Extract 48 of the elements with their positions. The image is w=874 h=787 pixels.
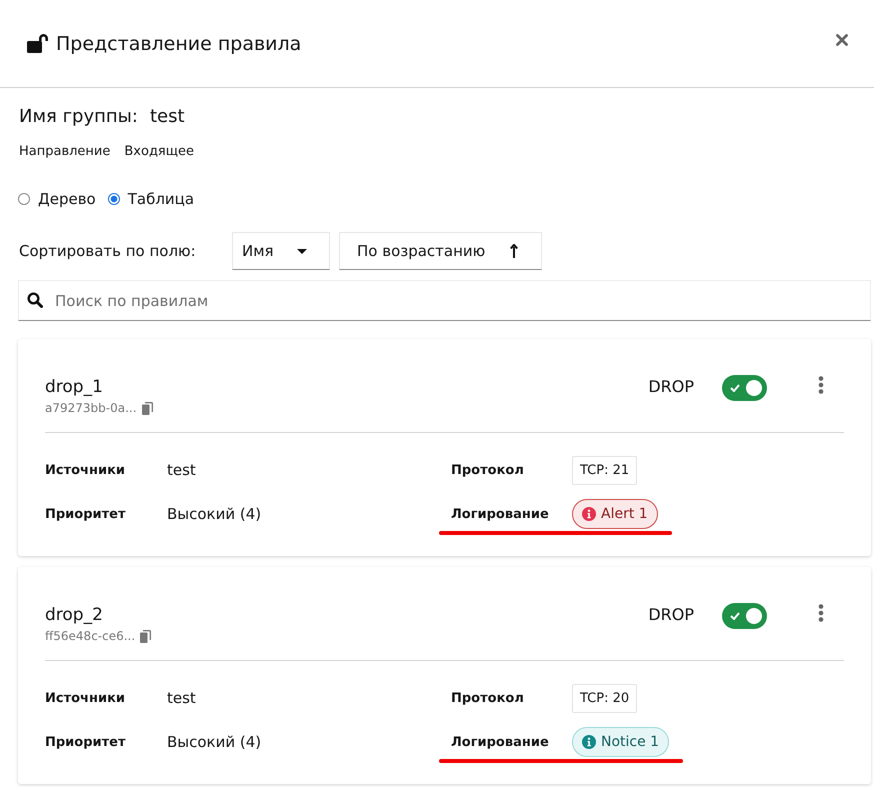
field-label: Логирование <box>451 506 549 522</box>
enable-toggle[interactable] <box>722 375 767 401</box>
rule-name: drop_2 <box>45 604 103 626</box>
field-label: Протокол <box>451 462 524 478</box>
dialog-title: Представление правила <box>56 32 302 54</box>
direction-label: Направление <box>19 144 110 158</box>
enable-toggle[interactable] <box>722 603 767 629</box>
unlocked-padlock-icon <box>27 32 49 52</box>
field-label: Протокол <box>451 690 524 706</box>
view-mode-radio[interactable]: Таблица <box>108 190 194 208</box>
sort-order-button[interactable]: По возрастанию <box>339 232 542 270</box>
field-label: Приоритет <box>45 506 126 522</box>
view-mode-radio[interactable]: Дерево <box>18 190 96 208</box>
arrow-up-icon <box>510 244 518 258</box>
field-label: Приоритет <box>45 734 126 750</box>
rule-id: ff56e48c-ce6... <box>45 629 136 643</box>
field-value: test <box>167 689 196 707</box>
close-icon <box>836 34 848 46</box>
rule-id: a79273bb-0a... <box>45 401 137 415</box>
rule-name: drop_1 <box>45 376 103 398</box>
direction-value: Входящее <box>124 144 194 158</box>
field-label: Источники <box>45 462 125 478</box>
protocol-chip: TCP: 20 <box>572 684 638 712</box>
group-label: Имя группы: <box>19 106 138 126</box>
group-name: test <box>150 106 185 126</box>
check-icon <box>730 384 740 392</box>
kebab-menu-icon <box>818 604 824 622</box>
copy-icon[interactable] <box>140 630 152 642</box>
field-value: test <box>167 461 196 479</box>
field-value: Высокий (4) <box>167 505 262 523</box>
rule-action: DROP <box>648 376 694 398</box>
sort-field-dropdown[interactable]: Имя <box>232 232 330 270</box>
info-icon <box>582 507 596 521</box>
kebab-menu-icon <box>818 376 824 394</box>
rule-action: DROP <box>648 604 694 626</box>
search-field[interactable]: Поиск по правилам <box>18 280 871 321</box>
protocol-chip: TCP: 21 <box>572 456 638 484</box>
field-value: Высокий (4) <box>167 733 262 751</box>
search-icon <box>27 292 43 308</box>
check-icon <box>730 612 740 620</box>
field-label: Логирование <box>451 734 549 750</box>
info-icon <box>582 735 596 749</box>
copy-icon[interactable] <box>142 402 153 414</box>
field-label: Источники <box>45 690 125 706</box>
sort-label: Сортировать по полю: <box>18 242 197 260</box>
log-level-badge: Notice 1 <box>572 727 670 757</box>
log-level-badge: Alert 1 <box>572 499 658 529</box>
caret-icon <box>297 248 307 254</box>
